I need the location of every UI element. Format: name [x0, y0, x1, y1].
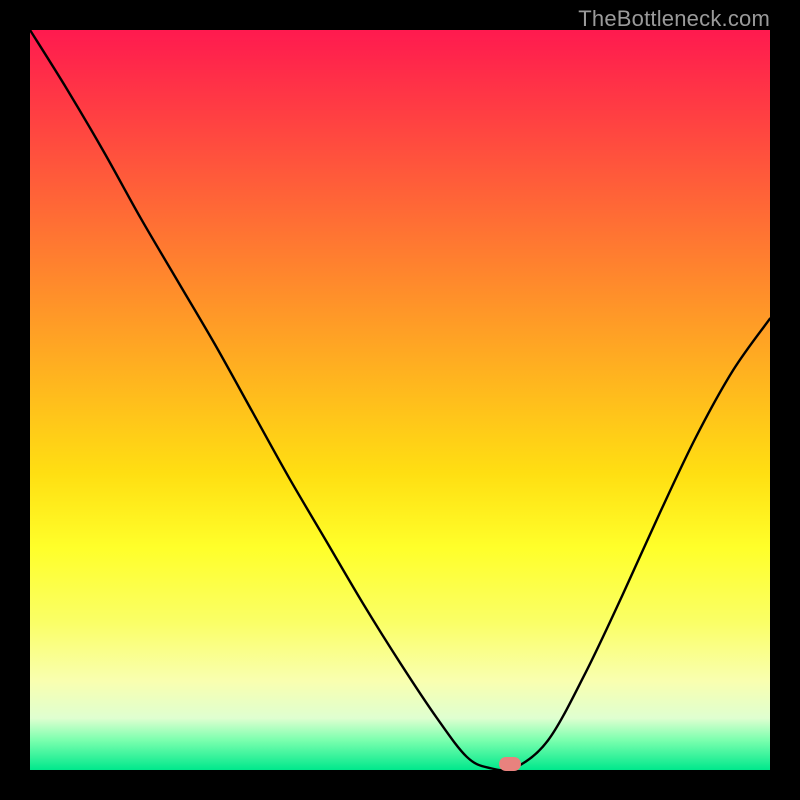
chart-frame: TheBottleneck.com: [0, 0, 800, 800]
optimum-marker: [499, 757, 521, 771]
watermark-text: TheBottleneck.com: [578, 6, 770, 32]
bottleneck-curve: [30, 30, 770, 770]
plot-area: [30, 30, 770, 770]
curve-path: [30, 30, 770, 770]
